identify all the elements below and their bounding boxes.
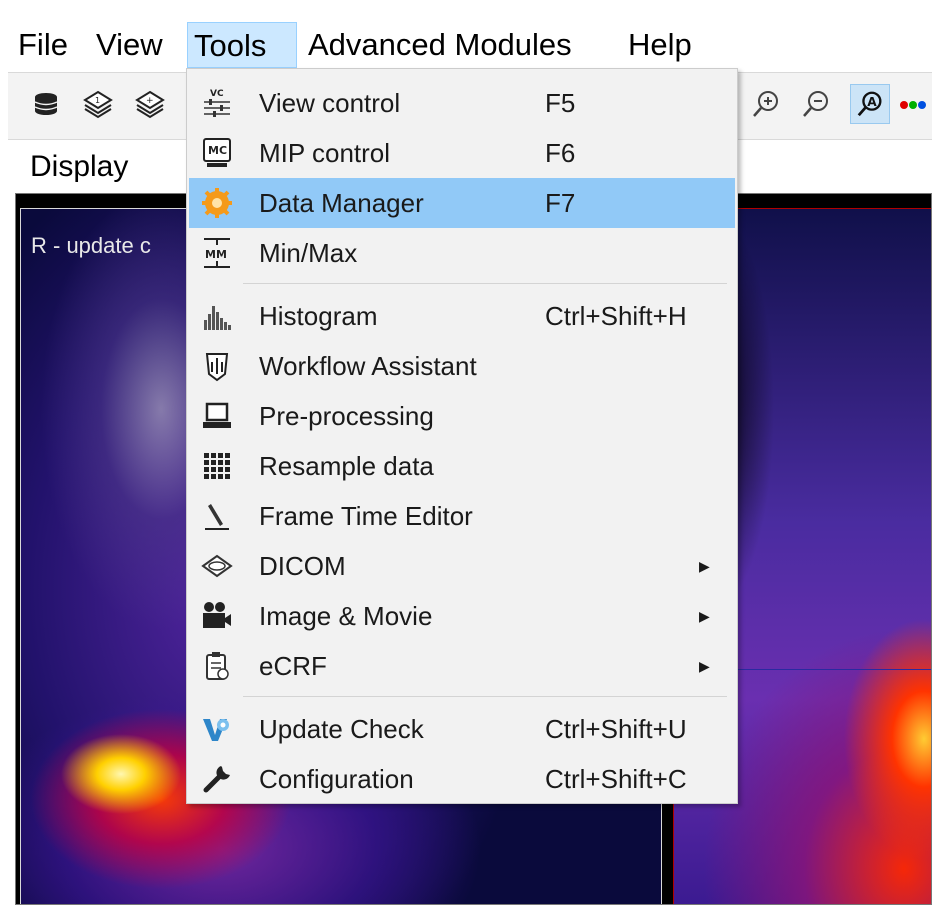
workflow-assistant-icon xyxy=(205,353,229,382)
svg-text:VC: VC xyxy=(210,89,224,99)
auto-zoom-button[interactable]: A xyxy=(850,84,890,124)
menu-item-mip-control[interactable]: MC MIP control F6 xyxy=(189,128,735,178)
svg-text:1: 1 xyxy=(95,96,100,105)
menu-item-label: Configuration xyxy=(259,764,414,794)
menu-view[interactable]: View xyxy=(90,22,169,68)
menu-item-view-control[interactable]: VC View control F5 xyxy=(189,78,735,128)
submenu-arrow-icon: ▶ xyxy=(699,658,710,674)
frame-time-editor-icon xyxy=(205,504,229,530)
layers-1-icon[interactable]: 1 xyxy=(82,88,114,120)
menubar: File View Tools Advanced Modules Help xyxy=(0,0,932,70)
submenu-arrow-icon: ▶ xyxy=(699,558,710,574)
menu-item-label: Workflow Assistant xyxy=(259,351,477,381)
auto-zoom-icon: A xyxy=(857,91,882,117)
configuration-icon xyxy=(203,766,230,793)
image-movie-icon xyxy=(203,602,231,628)
menu-item-label: MIP control xyxy=(259,138,391,168)
menu-item-resample-data[interactable]: Resample data xyxy=(189,441,735,491)
menu-item-image-movie[interactable]: Image & Movie ▶ xyxy=(189,591,735,641)
menu-separator xyxy=(243,283,727,284)
menu-item-pre-processing[interactable]: Pre-processing xyxy=(189,391,735,441)
menu-item-label: Histogram xyxy=(259,301,378,331)
menu-item-label: DICOM xyxy=(259,551,346,581)
svg-text:MC: MC xyxy=(208,144,227,157)
pre-processing-icon xyxy=(203,402,231,428)
svg-text:A: A xyxy=(867,95,877,109)
menu-item-label: Frame Time Editor xyxy=(259,501,473,531)
menu-item-shortcut: Ctrl+Shift+H xyxy=(545,301,687,331)
menu-item-label: View control xyxy=(259,88,401,118)
display-panel-label: Display xyxy=(30,150,129,183)
menu-item-shortcut: F6 xyxy=(545,138,576,168)
resample-data-icon xyxy=(204,453,230,479)
submenu-arrow-icon: ▶ xyxy=(699,608,710,624)
svg-text:+: + xyxy=(146,96,154,106)
menu-item-frame-time-editor[interactable]: Frame Time Editor xyxy=(189,491,735,541)
menu-advanced-modules[interactable]: Advanced Modules xyxy=(302,22,578,68)
menu-item-label: Min/Max xyxy=(259,238,358,268)
mip-control-icon: MC xyxy=(203,138,231,167)
menu-item-data-manager[interactable]: Data Manager F7 xyxy=(189,178,735,228)
layers-plus-icon[interactable]: + xyxy=(134,88,166,120)
menu-item-shortcut: Ctrl+Shift+U xyxy=(545,714,687,744)
menu-item-shortcut: F5 xyxy=(545,88,576,118)
update-check-icon xyxy=(203,719,229,741)
data-manager-icon xyxy=(202,188,232,218)
menu-help[interactable]: Help xyxy=(622,22,698,68)
ecrf-icon xyxy=(206,652,229,680)
database-icon[interactable] xyxy=(30,88,62,120)
menu-item-configuration[interactable]: Configuration Ctrl+Shift+C xyxy=(189,754,735,804)
overlay-text: R - update c xyxy=(31,233,151,258)
menu-item-dicom[interactable]: DICOM ▶ xyxy=(189,541,735,591)
menu-item-label: Image & Movie xyxy=(259,601,433,631)
menu-separator xyxy=(243,696,727,697)
menu-tools[interactable]: Tools xyxy=(187,22,297,68)
view-control-icon: VC xyxy=(204,89,230,117)
menu-item-label: eCRF xyxy=(259,651,327,681)
menu-item-label: Resample data xyxy=(259,451,434,481)
menu-item-shortcut: Ctrl+Shift+C xyxy=(545,764,687,794)
min-max-icon: MM xyxy=(204,238,230,268)
menu-item-histogram[interactable]: Histogram Ctrl+Shift+H xyxy=(189,291,735,341)
histogram-icon xyxy=(204,306,231,330)
menu-item-label: Update Check xyxy=(259,714,424,744)
dicom-icon xyxy=(201,554,233,578)
zoom-in-icon[interactable] xyxy=(750,88,782,120)
menu-item-min-max[interactable]: MM Min/Max xyxy=(189,228,735,278)
menu-item-shortcut: F7 xyxy=(545,188,576,218)
menu-item-update-check[interactable]: Update Check Ctrl+Shift+U xyxy=(189,704,735,754)
zoom-out-icon[interactable] xyxy=(800,88,832,120)
svg-text:MM: MM xyxy=(205,248,227,261)
tools-menu: VC View control F5 MC MIP control F6 Data Mana… xyxy=(186,68,738,804)
menu-item-label: Pre-processing xyxy=(259,401,434,431)
menu-item-label: Data Manager xyxy=(259,188,424,218)
menu-item-workflow-assistant[interactable]: Workflow Assistant xyxy=(189,341,735,391)
menu-item-ecrf[interactable]: eCRF ▶ xyxy=(189,641,735,691)
menu-file[interactable]: File xyxy=(12,22,74,68)
color-dots-icon[interactable] xyxy=(898,88,928,120)
